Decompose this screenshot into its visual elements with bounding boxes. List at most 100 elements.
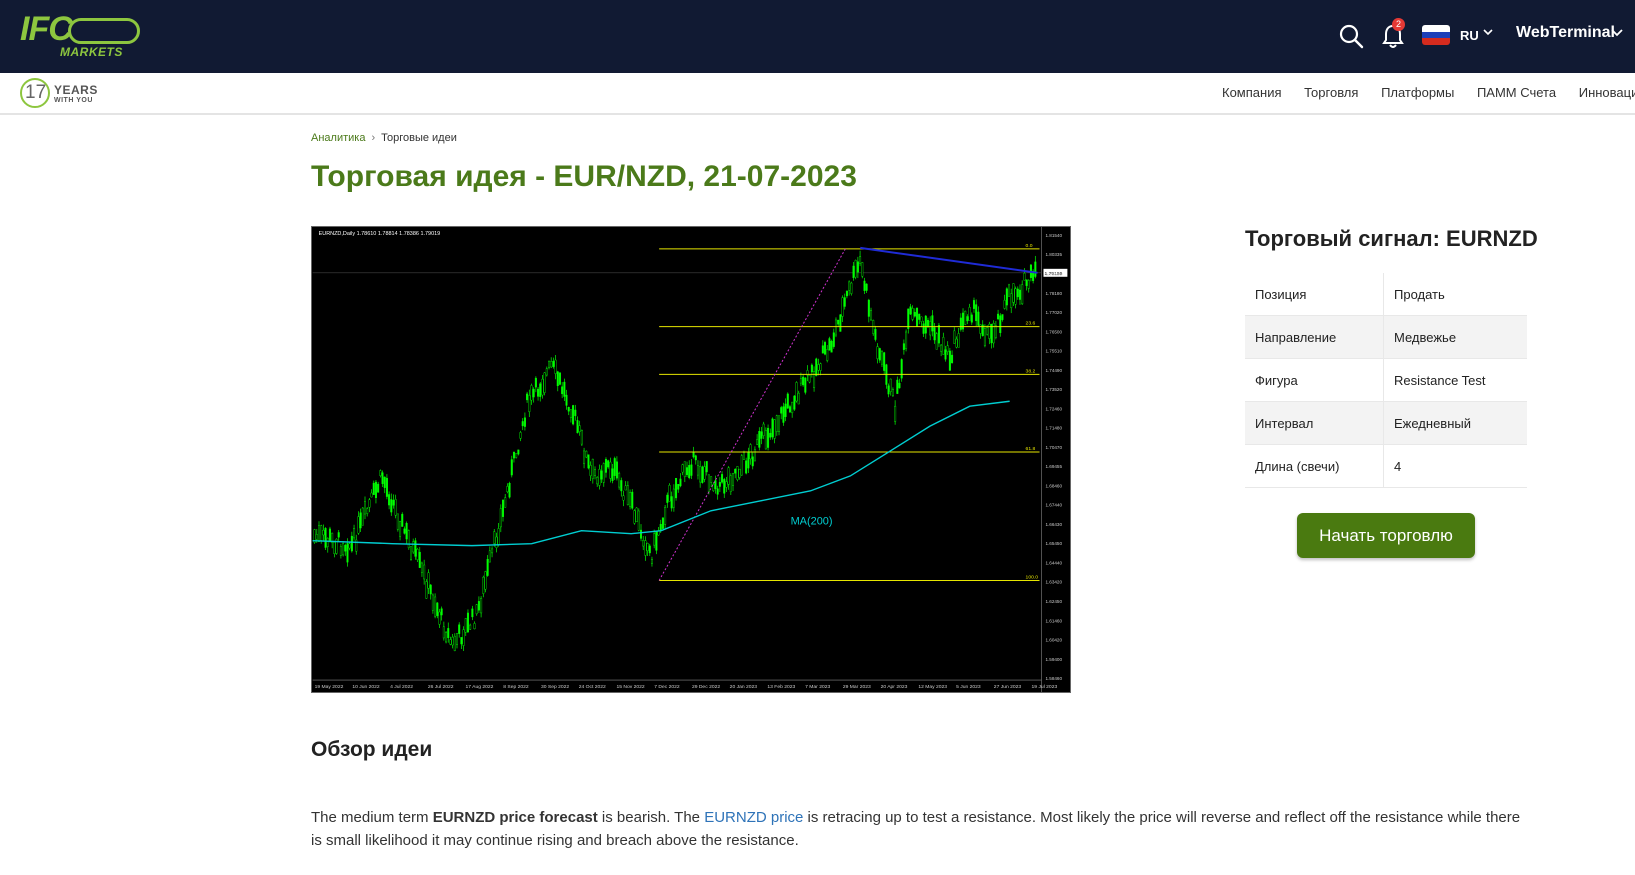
fib-level-label: 61.8 — [1026, 446, 1036, 452]
nav-item-platforms[interactable]: Платформы — [1381, 85, 1454, 100]
candle-body — [469, 624, 472, 630]
candle-body — [740, 455, 743, 476]
candle-body — [830, 341, 833, 353]
candle-body — [462, 629, 465, 646]
y-tick-label: 1.59400 — [1045, 657, 1062, 662]
candle-body — [729, 475, 732, 492]
price-chart-image: EURNZD,Daily 1.78610 1.78814 1.78386 1.7… — [311, 226, 1071, 693]
candle-body — [692, 452, 695, 458]
candle-body — [348, 543, 351, 549]
candle-body — [677, 483, 680, 490]
candle-body — [324, 528, 327, 548]
x-tick-label: 7 Dec 2022 — [654, 684, 680, 690]
x-tick-label: 26 Jul 2022 — [428, 684, 454, 690]
years-number: 17 — [25, 82, 47, 103]
top-bar: IFC MARKETS 2 RU WebTerminal — [0, 0, 1635, 73]
candle-body — [874, 329, 877, 340]
candle-body — [891, 389, 894, 396]
candle-body — [364, 501, 366, 515]
candle-body — [865, 283, 868, 291]
candle-body — [403, 528, 406, 534]
candle-body — [887, 385, 890, 395]
candle-body — [852, 265, 855, 278]
candle-body — [1008, 284, 1011, 297]
table-row: Интервал Ежедневный — [1245, 401, 1527, 445]
candle-body — [661, 517, 664, 529]
y-tick-label: 1.80335 — [1045, 252, 1062, 257]
logo-text: IFC — [20, 10, 73, 48]
candle-body — [655, 531, 658, 551]
candle-body — [635, 507, 638, 523]
signal-title: Торговый сигнал: EURNZD — [1245, 226, 1538, 251]
candle-body — [784, 403, 787, 417]
candle-body — [609, 461, 612, 479]
candle-body — [762, 423, 765, 436]
search-icon[interactable] — [1337, 22, 1365, 50]
x-tick-label: 29 Mar 2023 — [843, 684, 871, 690]
candle-body — [510, 459, 513, 476]
candle-body — [659, 524, 662, 531]
overview-text-2: is bearish. The — [597, 809, 705, 826]
candle-body — [504, 497, 507, 508]
signal-value: 4 — [1383, 444, 1527, 488]
candle-body — [534, 377, 537, 388]
candle-body — [718, 482, 721, 487]
candle-body — [427, 572, 430, 589]
breadcrumb: Аналитика › Торговые идеи — [311, 132, 457, 144]
y-tick-label: 1.73520 — [1045, 387, 1062, 392]
candle-body — [942, 337, 945, 355]
candle-body — [587, 454, 590, 469]
candle-body — [786, 393, 789, 409]
logo-swoosh — [68, 18, 140, 44]
candle-body — [817, 364, 820, 371]
nav-item-trading[interactable]: Торговля — [1304, 85, 1358, 100]
candle-body — [517, 449, 520, 455]
candle-body — [420, 562, 423, 573]
candle-body — [512, 451, 515, 459]
y-tick-label: 1.81540 — [1045, 233, 1062, 238]
candle-body — [320, 525, 323, 541]
candle-body — [894, 405, 897, 422]
nav-item-innovations[interactable]: Инновации — [1579, 85, 1635, 100]
candle-body — [883, 352, 886, 371]
candle-body — [1012, 283, 1015, 303]
candle-body — [918, 313, 921, 320]
candle-body — [679, 478, 682, 487]
chevron-down-icon — [1483, 29, 1493, 36]
chevron-down-icon[interactable] — [1610, 26, 1624, 40]
candle-body — [499, 508, 502, 528]
candle-body — [521, 421, 524, 427]
candle-body — [633, 510, 636, 524]
candle-body — [471, 608, 474, 618]
candle-body — [889, 378, 892, 392]
candle-body — [372, 482, 375, 495]
candle-body — [357, 516, 360, 534]
candle-body — [760, 431, 763, 439]
candle-body — [824, 342, 827, 355]
webterminal-menu[interactable]: WebTerminal — [1516, 24, 1615, 42]
candle-body — [572, 405, 575, 425]
nav-item-company[interactable]: Компания — [1222, 85, 1282, 100]
x-tick-label: 30 Sep 2022 — [541, 684, 569, 690]
candle-body — [624, 485, 627, 491]
candle-body — [412, 541, 415, 553]
candle-body — [931, 315, 934, 332]
candle-body — [1027, 280, 1030, 289]
candle-body — [732, 473, 735, 486]
candle-body — [1025, 279, 1028, 286]
ifc-markets-logo[interactable]: IFC MARKETS — [20, 10, 140, 62]
fib-level-label: 38.2 — [1026, 368, 1036, 374]
candle-body — [738, 468, 741, 478]
candle-body — [637, 510, 640, 531]
breadcrumb-analytics[interactable]: Аналитика — [311, 132, 365, 144]
candle-body — [686, 467, 689, 476]
x-tick-label: 19 Jul 2023 — [1032, 684, 1058, 690]
start-trading-button[interactable]: Начать торговлю — [1297, 513, 1475, 558]
x-tick-label: 24 Oct 2022 — [579, 684, 606, 690]
candle-body — [690, 464, 693, 476]
candle-body — [466, 612, 469, 633]
eurnzd-price-link[interactable]: EURNZD price — [704, 809, 803, 826]
nav-item-pamm[interactable]: ПАММ Счета — [1477, 85, 1556, 100]
x-tick-label: 20 Jan 2023 — [730, 684, 758, 690]
candle-body — [933, 327, 936, 341]
